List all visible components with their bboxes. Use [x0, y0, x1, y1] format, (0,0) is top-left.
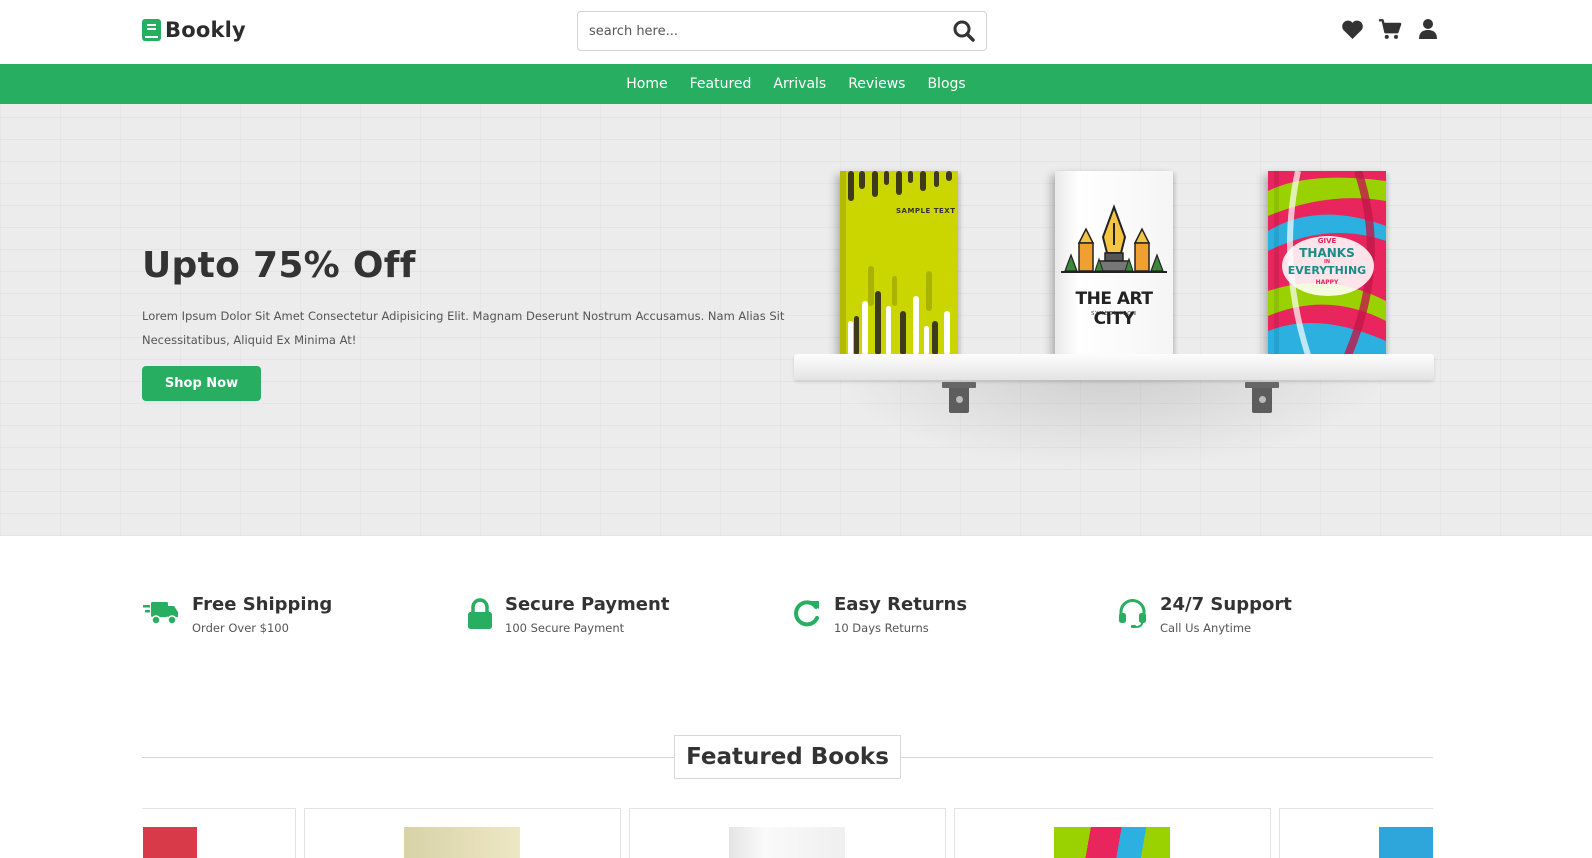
site-header: Bookly: [0, 0, 1592, 64]
feature-subtitle: 10 Days Returns: [834, 621, 929, 635]
book-cover-text: THE ART CITY: [1075, 289, 1153, 329]
redo-icon: [792, 594, 822, 632]
nav-arrivals[interactable]: Arrivals: [773, 76, 826, 92]
feature-title: Secure Payment: [505, 594, 670, 615]
book-thumbnail[interactable]: [1379, 827, 1433, 858]
book-cover-line: HAPPY: [1315, 279, 1339, 286]
book-card[interactable]: [1279, 808, 1433, 858]
book-card[interactable]: [629, 808, 946, 858]
hero-description: Lorem Ipsum Dolor Sit Amet Consectetur A…: [142, 309, 785, 347]
truck-icon: [142, 594, 180, 632]
nav-blogs[interactable]: Blogs: [927, 76, 965, 92]
search-icon[interactable]: [952, 19, 976, 43]
shelf-bracket: [942, 382, 976, 414]
shop-now-button[interactable]: Shop Now: [142, 366, 261, 401]
book-card[interactable]: [304, 808, 621, 858]
featured-books-slider[interactable]: [142, 808, 1433, 858]
shelf-bracket: [1245, 382, 1279, 414]
book-card[interactable]: [954, 808, 1271, 858]
book-thumbnail[interactable]: [404, 827, 520, 858]
headset-icon: [1117, 594, 1148, 632]
nav-reviews[interactable]: Reviews: [848, 76, 905, 92]
book-thumbnail[interactable]: [1054, 827, 1170, 858]
book-thumbnail[interactable]: [729, 827, 845, 858]
feature-subtitle: Call Us Anytime: [1160, 621, 1252, 635]
book-thumbnail[interactable]: [143, 827, 197, 858]
heart-icon[interactable]: [1340, 17, 1364, 41]
nav-featured[interactable]: Featured: [690, 76, 752, 92]
book-icon: [142, 19, 161, 41]
search-form: [577, 11, 987, 51]
brand-name: Bookly: [165, 18, 246, 42]
shelf-board: [794, 354, 1434, 380]
header-icons: [1340, 17, 1440, 41]
shelf-shadow: [830, 369, 1390, 469]
cart-icon[interactable]: [1378, 17, 1402, 41]
feature-easy-returns: Easy Returns 10 Days Returns: [792, 594, 967, 635]
hero-book-give-thanks[interactable]: GIVE THANKS IN EVERYTHING HAPPY: [1268, 171, 1386, 355]
feature-subtitle: 100 Secure Payment: [505, 621, 625, 635]
hero-book-art-city[interactable]: THE ART CITY SYMBOL ICON: [1055, 171, 1173, 355]
feature-title: Easy Returns: [834, 594, 968, 615]
featured-books-heading: Featured Books: [674, 735, 901, 779]
book-cover-line: THANKS: [1299, 246, 1355, 260]
brand-logo[interactable]: Bookly: [142, 18, 246, 42]
book-shelf: SAMPLE TEXT THE ART CITY SYMBOL ICON GIV…: [790, 159, 1440, 489]
main-nav: Home Featured Arrivals Reviews Blogs: [0, 64, 1592, 104]
hero-title: Upto 75% Off: [142, 245, 416, 286]
book-cover-text: SAMPLE TEXT: [896, 207, 956, 215]
book-card[interactable]: [142, 808, 296, 858]
nav-home[interactable]: Home: [626, 76, 667, 92]
book-cover-subtext: SYMBOL ICON: [1091, 311, 1137, 317]
hero-banner: Upto 75% Off Lorem Ipsum Dolor Sit Amet …: [0, 104, 1592, 536]
feature-free-shipping: Free Shipping Order Over $100: [142, 594, 332, 635]
feature-support: 24/7 Support Call Us Anytime: [1117, 594, 1292, 635]
feature-subtitle: Order Over $100: [192, 621, 289, 635]
user-icon[interactable]: [1416, 17, 1440, 41]
book-cover-line: EVERYTHING: [1287, 264, 1367, 277]
feature-title: 24/7 Support: [1160, 594, 1292, 615]
search-input[interactable]: [579, 13, 939, 49]
lock-icon: [467, 594, 493, 632]
feature-title: Free Shipping: [192, 594, 333, 615]
feature-secure-payment: Secure Payment 100 Secure Payment: [467, 594, 669, 635]
hero-book-sample[interactable]: SAMPLE TEXT: [840, 171, 958, 355]
